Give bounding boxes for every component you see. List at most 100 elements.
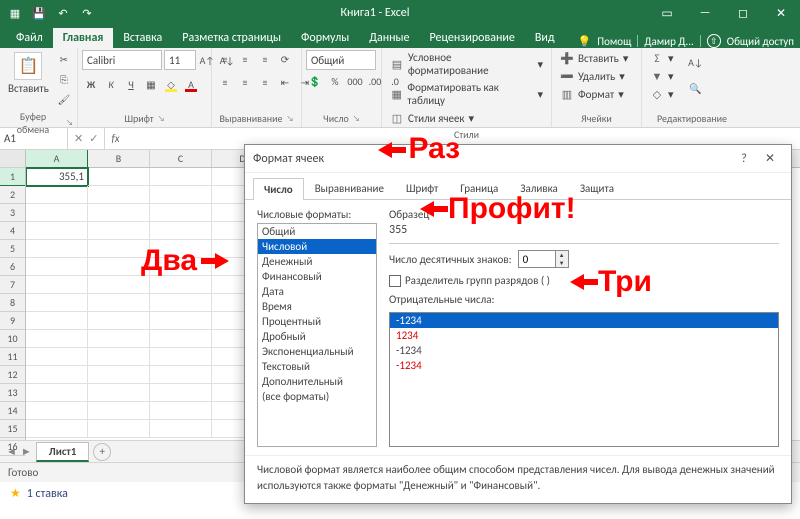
- currency-icon[interactable]: 💲: [306, 72, 324, 90]
- launcher-icon[interactable]: ↘: [353, 114, 360, 124]
- category-item[interactable]: Экспоненциальный: [258, 344, 376, 359]
- row-header[interactable]: 4: [0, 222, 25, 240]
- save-icon[interactable]: 💾: [30, 4, 48, 22]
- cell[interactable]: [88, 204, 150, 222]
- font-color-icon[interactable]: A: [182, 75, 200, 93]
- fill-color-icon[interactable]: ◇: [162, 75, 180, 93]
- comma-icon[interactable]: 000: [346, 72, 364, 90]
- share-icon[interactable]: ⇧: [707, 34, 721, 48]
- cell[interactable]: [88, 222, 150, 240]
- align-left-icon[interactable]: ≡: [216, 73, 234, 91]
- row-header[interactable]: 10: [0, 330, 25, 348]
- close-icon[interactable]: ✕: [762, 0, 800, 26]
- align-bottom-icon[interactable]: ≡: [256, 50, 274, 68]
- negative-item[interactable]: 1234: [390, 328, 778, 343]
- category-listbox[interactable]: Общий Числовой Денежный Финансовый Дата …: [257, 223, 377, 447]
- minimize-icon[interactable]: —: [686, 0, 724, 26]
- row-header[interactable]: 12: [0, 366, 25, 384]
- dlg-tab-fill[interactable]: Заливка: [509, 177, 569, 199]
- cell[interactable]: [26, 204, 88, 222]
- cell[interactable]: [88, 294, 150, 312]
- font-size-select[interactable]: 11: [164, 50, 196, 70]
- conditional-formatting-button[interactable]: ▤Условное форматирование ▾: [386, 50, 547, 78]
- category-item[interactable]: Дробный: [258, 329, 376, 344]
- align-middle-icon[interactable]: ≡: [236, 50, 254, 68]
- bold-button[interactable]: Ж: [82, 75, 100, 93]
- row-header[interactable]: 3: [0, 204, 25, 222]
- cell[interactable]: [150, 366, 212, 384]
- decimals-spinner[interactable]: ▲▼: [518, 250, 569, 268]
- cell[interactable]: [150, 204, 212, 222]
- percent-icon[interactable]: %: [326, 72, 344, 90]
- cell[interactable]: [26, 348, 88, 366]
- row-header[interactable]: 7: [0, 276, 25, 294]
- font-name-select[interactable]: Calibri: [82, 50, 162, 70]
- row-header[interactable]: 9: [0, 312, 25, 330]
- row-header[interactable]: 8: [0, 294, 25, 312]
- row-header[interactable]: 14: [0, 402, 25, 420]
- row-header[interactable]: 5: [0, 240, 25, 258]
- negative-numbers-listbox[interactable]: -1234 1234 -1234 -1234: [389, 312, 779, 447]
- insert-cells-button[interactable]: ➕Вставить ▾: [556, 50, 632, 66]
- redo-icon[interactable]: ↷: [78, 4, 96, 22]
- cell[interactable]: [88, 240, 150, 258]
- cell-styles-button[interactable]: ◫Стили ячеек ▾: [386, 110, 547, 126]
- undo-icon[interactable]: ↶: [54, 4, 72, 22]
- sort-filter-icon[interactable]: A↓: [684, 50, 708, 74]
- add-sheet-button[interactable]: +: [93, 443, 111, 461]
- enter-formula-icon[interactable]: ✓: [89, 132, 98, 145]
- ribbon-options-icon[interactable]: ▭: [648, 0, 686, 26]
- find-select-icon[interactable]: 🔍: [684, 76, 708, 100]
- cell[interactable]: [88, 258, 150, 276]
- col-header[interactable]: B: [88, 150, 150, 167]
- delete-cells-button[interactable]: ➖Удалить ▾: [556, 68, 632, 84]
- cell[interactable]: [88, 276, 150, 294]
- category-item[interactable]: Общий: [258, 224, 376, 239]
- category-item[interactable]: Денежный: [258, 254, 376, 269]
- category-item[interactable]: Числовой: [258, 239, 376, 254]
- col-header[interactable]: A: [26, 150, 88, 167]
- tab-page-layout[interactable]: Разметка страницы: [172, 28, 291, 48]
- format-cells-button[interactable]: ▥Формат ▾: [556, 86, 632, 102]
- cell[interactable]: [150, 276, 212, 294]
- cell[interactable]: [88, 330, 150, 348]
- cell[interactable]: [26, 402, 88, 420]
- cell[interactable]: [88, 402, 150, 420]
- cell[interactable]: [150, 240, 212, 258]
- cell[interactable]: [150, 384, 212, 402]
- format-painter-icon[interactable]: 🖌: [55, 90, 73, 108]
- cell[interactable]: [88, 384, 150, 402]
- cell[interactable]: [26, 312, 88, 330]
- cell[interactable]: [88, 312, 150, 330]
- launcher-icon[interactable]: ↘: [286, 114, 293, 124]
- cell[interactable]: [26, 222, 88, 240]
- row-header[interactable]: 16: [0, 438, 25, 456]
- cell[interactable]: [150, 222, 212, 240]
- maximize-icon[interactable]: ◻: [724, 0, 762, 26]
- row-header[interactable]: 1: [0, 168, 25, 186]
- cell[interactable]: [26, 276, 88, 294]
- dlg-tab-font[interactable]: Шрифт: [395, 177, 449, 199]
- select-all-corner[interactable]: [0, 150, 25, 168]
- decimals-input[interactable]: [519, 251, 555, 267]
- italic-button[interactable]: К: [102, 75, 120, 93]
- dlg-tab-number[interactable]: Число: [253, 178, 304, 200]
- cut-icon[interactable]: ✂: [55, 50, 73, 68]
- category-item[interactable]: (все форматы): [258, 389, 376, 404]
- thousands-separator-checkbox[interactable]: [389, 275, 401, 287]
- tell-me-label[interactable]: Помощ: [597, 35, 631, 48]
- tab-review[interactable]: Рецензирование: [420, 28, 525, 48]
- row-header[interactable]: 6: [0, 258, 25, 276]
- sheet-tab[interactable]: Лист1: [36, 442, 90, 462]
- row-header[interactable]: 11: [0, 348, 25, 366]
- launcher-icon[interactable]: ↘: [66, 118, 73, 128]
- border-icon[interactable]: ▦: [142, 75, 160, 93]
- cell[interactable]: [26, 330, 88, 348]
- tab-insert[interactable]: Вставка: [113, 28, 172, 48]
- category-item[interactable]: Дополнительный: [258, 374, 376, 389]
- cell[interactable]: [26, 420, 88, 438]
- cell[interactable]: [150, 258, 212, 276]
- category-item[interactable]: Время: [258, 299, 376, 314]
- negative-item[interactable]: -1234: [390, 358, 778, 373]
- cell[interactable]: [150, 186, 212, 204]
